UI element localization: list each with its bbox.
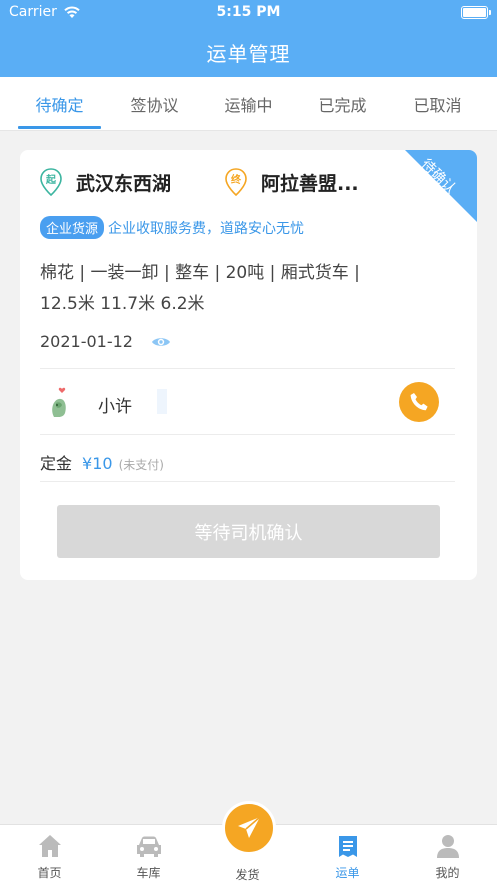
- enterprise-note: 企业收取服务费，道路安心无忧: [108, 220, 305, 237]
- call-driver-button[interactable]: [399, 382, 439, 422]
- driver-info-placeholder: [157, 389, 167, 414]
- start-marker-label: 起: [45, 173, 57, 186]
- load-date: 2021-01-12: [40, 332, 133, 351]
- tabbar-profile[interactable]: 我的: [398, 833, 497, 881]
- cargo-line-1: 棉花 | 一装一卸 | 整车 | 20吨 | 厢式货车 |: [40, 263, 360, 283]
- enterprise-row: 企业货源 企业收取服务费，道路安心无忧: [40, 216, 304, 239]
- driver-name: 小许: [98, 397, 132, 417]
- waybill-icon: [338, 836, 357, 857]
- end-city: 阿拉善盟...: [261, 172, 359, 195]
- route-start: 起 武汉东西湖: [40, 168, 171, 196]
- ship-goods-button[interactable]: [222, 801, 276, 855]
- driver-avatar: [52, 387, 66, 417]
- user-icon: [436, 835, 459, 858]
- order-card[interactable]: 待确认 起 武汉东西湖 终 阿拉善盟... 企业货源 企业收取服务费，道路安心无…: [20, 150, 477, 580]
- route-end: 终 阿拉善盟...: [225, 168, 359, 196]
- paper-plane-icon: [238, 816, 261, 838]
- enterprise-badge: 企业货源: [40, 216, 105, 239]
- clock: 5:15 PM: [216, 4, 281, 20]
- driver-row: 小许: [40, 380, 460, 424]
- deposit-row: 定金 ¥10 (未支付): [40, 450, 164, 474]
- active-tab-indicator: [18, 126, 101, 129]
- ship-goods-label: 发货: [235, 868, 260, 882]
- divider: [40, 434, 455, 435]
- date-row: 2021-01-12: [40, 332, 171, 351]
- tab-agreement[interactable]: 签协议: [105, 92, 204, 116]
- car-icon: [136, 836, 161, 857]
- tab-pending[interactable]: 待确定: [10, 92, 109, 116]
- tabbar-waybill[interactable]: 运单: [298, 833, 397, 881]
- battery-icon: [461, 6, 491, 19]
- tabbar-label: 首页: [37, 866, 62, 880]
- header: Carrier 5:15 PM 运单管理: [0, 0, 497, 77]
- await-driver-confirmation-button[interactable]: 等待司机确认: [57, 505, 440, 558]
- start-pin-icon: 起: [40, 168, 62, 196]
- status-bar: Carrier 5:15 PM: [0, 0, 497, 26]
- tabbar-label: 我的: [435, 866, 460, 880]
- tabbar-garage[interactable]: 车库: [99, 833, 198, 881]
- cargo-details: 棉花 | 一装一卸 | 整车 | 20吨 | 厢式货车 | 12.5米 11.7…: [40, 258, 440, 320]
- cargo-line-2: 12.5米 11.7米 6.2米: [40, 294, 205, 314]
- divider: [40, 481, 455, 482]
- order-status-tabs: 待确定 签协议 运输中 已完成 已取消: [0, 77, 497, 131]
- tabbar-home[interactable]: 首页: [0, 833, 99, 881]
- page-title: 运单管理: [206, 42, 291, 66]
- divider: [40, 368, 455, 369]
- end-pin-icon: 终: [225, 168, 247, 196]
- deposit-status: (未支付): [118, 458, 164, 472]
- deposit-amount: ¥10: [82, 454, 113, 473]
- home-icon: [38, 835, 61, 857]
- tab-in-transit[interactable]: 运输中: [199, 92, 298, 116]
- eye-icon[interactable]: [151, 335, 171, 349]
- tab-completed[interactable]: 已完成: [293, 92, 392, 116]
- tabbar-label: 车库: [136, 866, 161, 880]
- tabbar-label: 运单: [335, 866, 360, 880]
- start-city: 武汉东西湖: [76, 172, 172, 195]
- phone-icon: [410, 393, 428, 411]
- end-marker-label: 终: [231, 173, 242, 186]
- tab-cancelled[interactable]: 已取消: [388, 92, 487, 116]
- deposit-label: 定金: [40, 454, 73, 473]
